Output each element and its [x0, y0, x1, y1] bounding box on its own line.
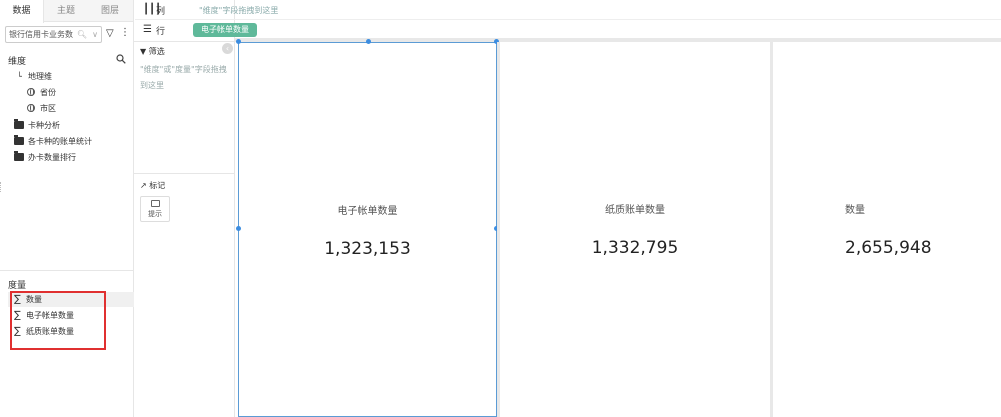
folder-icon	[14, 151, 24, 161]
tab-theme[interactable]: 主题	[44, 0, 88, 22]
folder-icon	[14, 135, 24, 145]
tree-item-label: 省份	[40, 88, 56, 97]
globe-icon	[27, 104, 35, 112]
rows-icon: ☰	[143, 24, 152, 35]
divider	[0, 270, 134, 271]
chevron-down-icon[interactable]: ∨	[92, 27, 98, 42]
resize-handle[interactable]	[366, 39, 371, 44]
funnel-icon: ▼	[140, 47, 147, 56]
tab-layers[interactable]: 图层	[88, 0, 132, 22]
tree-item-label: 地理维	[28, 72, 52, 81]
marks-label: 标记	[149, 181, 166, 190]
dimensions-title: 维度	[8, 57, 27, 67]
row-field-pill[interactable]: 电子帐单数量	[193, 23, 257, 37]
column-shelf[interactable]: ┃┃┃ 列 "维度"字段拖拽到这里	[135, 0, 1001, 20]
kpi-value: 2,655,948	[845, 238, 932, 258]
resize-handle[interactable]	[236, 226, 241, 231]
filter-drop-zone[interactable]: "维度"或"度量"字段拖拽到这里	[140, 62, 230, 94]
folder-icon	[14, 119, 24, 129]
config-panel: ▼ 筛选 ‹ "维度"或"度量"字段拖拽到这里 ↗ 标记 提示	[134, 0, 235, 417]
filter-label: 筛选	[148, 47, 165, 56]
kpi-card[interactable]: 纸质账单数量 1,332,795	[500, 42, 770, 417]
hierarchy-icon: └	[17, 72, 22, 81]
marks-section-title: ↗ 标记	[140, 180, 165, 191]
panel-tabs: 数据 主题 图层	[0, 0, 133, 23]
globe-icon	[27, 88, 35, 96]
folder-bill-stats[interactable]: 各卡种的账单统计	[14, 135, 92, 149]
folder-card-ranking[interactable]: 办卡数量排行	[14, 151, 76, 165]
column-shelf-label: 列	[156, 7, 166, 17]
kpi-title: 电子帐单数量	[337, 206, 398, 217]
highlight-box	[10, 291, 106, 350]
row-shelf[interactable]: ☰ 行 电子帐单数量	[135, 20, 1001, 40]
tooltip-label: 提示	[148, 210, 162, 218]
folder-label: 各卡种的账单统计	[28, 137, 92, 146]
kpi-title: 数量	[845, 205, 865, 216]
filter-sort-icon[interactable]: ▽	[106, 28, 114, 39]
divider	[134, 173, 234, 174]
kpi-value: 1,323,153	[324, 239, 411, 259]
tooltip-button[interactable]: 提示	[140, 196, 170, 222]
pin-icon: ↗	[140, 181, 147, 190]
folder-card-analysis[interactable]: 卡种分析	[14, 119, 60, 133]
kpi-card[interactable]: 电子帐单数量 1,323,153	[238, 42, 497, 417]
filter-section-title: ▼ 筛选	[140, 46, 165, 57]
dataset-name: 银行信用卡业务数	[9, 30, 73, 39]
measures-title: 度量	[8, 281, 27, 291]
tree-item-label: 市区	[40, 104, 56, 113]
row-shelf-label: 行	[156, 27, 166, 37]
search-icon[interactable]: 🔍︎	[77, 27, 87, 42]
dataset-row: 银行信用卡业务数 🔍︎ ∨ ▽ ⋮	[5, 26, 130, 43]
kpi-title: 纸质账单数量	[605, 205, 665, 216]
tree-item-geo[interactable]: └ 地理维	[14, 70, 52, 84]
search-icon[interactable]	[116, 54, 126, 64]
dataset-select[interactable]: 银行信用卡业务数 🔍︎ ∨	[5, 26, 102, 43]
more-icon[interactable]: ⋮	[120, 27, 130, 38]
folder-label: 卡种分析	[28, 121, 60, 130]
collapse-button[interactable]: ‹	[222, 43, 233, 54]
comment-icon	[150, 200, 160, 207]
kpi-value: 1,332,795	[591, 238, 679, 258]
tab-data[interactable]: 数据	[0, 0, 44, 23]
tree-item-city[interactable]: 市区	[27, 102, 56, 116]
column-drop-hint: "维度"字段拖拽到这里	[199, 6, 279, 15]
resize-handle[interactable]	[236, 39, 241, 44]
data-panel: 数据 主题 图层 银行信用卡业务数 🔍︎ ∨ ▽ ⋮ 维度 └ 地理维 省份 市区…	[0, 0, 134, 417]
resize-handle[interactable]	[0, 182, 3, 192]
folder-label: 办卡数量排行	[28, 153, 76, 162]
shelves: ┃┃┃ 列 "维度"字段拖拽到这里 ☰ 行 电子帐单数量	[135, 0, 1001, 40]
kpi-card[interactable]: 数量 2,655,948	[773, 42, 1001, 417]
tree-item-province[interactable]: 省份	[27, 86, 56, 100]
